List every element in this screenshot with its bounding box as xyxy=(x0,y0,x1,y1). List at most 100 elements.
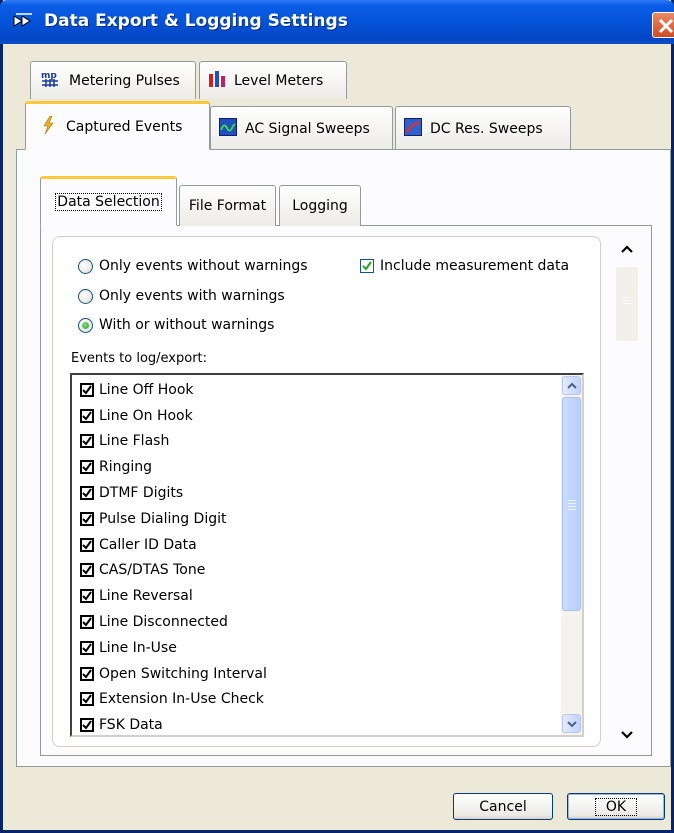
checkmark-icon xyxy=(82,720,92,730)
event-list-item[interactable]: FSK Data xyxy=(72,712,582,735)
event-list-item[interactable]: Line Off Hook xyxy=(72,377,582,403)
event-checkbox[interactable] xyxy=(80,589,94,604)
svg-text:mp: mp xyxy=(41,71,57,81)
event-checkbox[interactable] xyxy=(80,666,94,681)
metering-pulses-icon: mp xyxy=(39,70,61,92)
event-list-item[interactable]: Line Disconnected xyxy=(72,609,582,635)
panel-scroll-thumb[interactable] xyxy=(616,267,638,341)
lightning-icon xyxy=(42,115,54,138)
tab-label: DC Res. Sweeps xyxy=(430,120,543,137)
event-checkbox[interactable] xyxy=(80,460,94,475)
checkmark-icon xyxy=(82,514,92,524)
tab-data-selection[interactable]: Data Selection xyxy=(40,176,177,226)
events-scrollbar[interactable] xyxy=(561,375,582,735)
tab-label: Data Selection xyxy=(55,193,162,211)
event-list-item[interactable]: Open Switching Interval xyxy=(72,661,582,687)
event-list-item[interactable]: DTMF Digits xyxy=(72,480,582,506)
tab-file-format[interactable]: File Format xyxy=(179,185,276,226)
event-label: Line Off Hook xyxy=(99,381,194,398)
event-label: Line In-Use xyxy=(99,639,177,656)
panel-scrollbar[interactable] xyxy=(615,237,639,748)
event-checkbox[interactable] xyxy=(80,434,94,449)
event-checkbox[interactable] xyxy=(80,537,94,552)
grip-line xyxy=(623,297,631,298)
radio-button[interactable] xyxy=(78,288,93,304)
window-title: Data Export & Logging Settings xyxy=(44,11,348,31)
checkmark-icon xyxy=(82,462,92,472)
event-label: Line On Hook xyxy=(99,407,193,424)
tab-label: Logging xyxy=(292,198,348,214)
tab-captured-events[interactable]: Captured Events xyxy=(25,101,210,150)
event-checkbox[interactable] xyxy=(80,382,94,397)
event-list-item[interactable]: Ringing xyxy=(72,454,582,480)
grip-line xyxy=(623,303,631,304)
event-label: CAS/DTAS Tone xyxy=(99,562,206,579)
panel-scroll-up-button[interactable] xyxy=(615,237,639,261)
event-checkbox[interactable] xyxy=(80,640,94,655)
tab-dc-res-sweeps[interactable]: DC Res. Sweeps xyxy=(395,106,571,150)
chevron-up-icon xyxy=(621,245,633,253)
close-button[interactable] xyxy=(652,12,674,38)
scroll-up-button[interactable] xyxy=(562,376,581,395)
event-checkbox[interactable] xyxy=(80,692,94,707)
radio-only-with-warnings[interactable]: Only events with warnings xyxy=(78,288,285,304)
events-listbox[interactable]: Line Off Hook Line On Hook Line Flash Ringi… xyxy=(70,373,584,737)
scroll-down-button[interactable] xyxy=(562,714,581,733)
dialog-window: Data Export & Logging Settings mp Meteri… xyxy=(0,0,674,833)
event-list-item[interactable]: Line Flash xyxy=(72,429,582,455)
event-list-item[interactable]: Line On Hook xyxy=(72,403,582,429)
tab-label: File Format xyxy=(188,198,267,214)
button-label: Cancel xyxy=(479,798,527,815)
scroll-thumb[interactable] xyxy=(562,397,581,611)
checkmark-icon xyxy=(82,694,92,704)
event-list-item[interactable]: Extension In-Use Check xyxy=(72,687,582,713)
checkmark-icon xyxy=(82,385,92,395)
app-icon xyxy=(12,10,36,32)
button-label: OK xyxy=(594,797,638,816)
checkmark-icon xyxy=(362,261,372,271)
events-list: Line Off Hook Line On Hook Line Flash Ringi… xyxy=(72,375,582,735)
event-label: Line Flash xyxy=(99,433,170,450)
chevron-down-icon xyxy=(621,731,633,739)
ok-button[interactable]: OK xyxy=(567,793,665,820)
event-checkbox[interactable] xyxy=(80,563,94,578)
radio-button[interactable] xyxy=(78,258,93,274)
radio-label: With or without warnings xyxy=(99,317,275,333)
tab-level-meters[interactable]: Level Meters xyxy=(199,61,347,99)
tab-label: Level Meters xyxy=(234,72,324,89)
event-list-item[interactable]: Pulse Dialing Digit xyxy=(72,506,582,532)
event-checkbox[interactable] xyxy=(80,615,94,630)
checkmark-icon xyxy=(82,411,92,421)
tab-metering-pulses[interactable]: mp Metering Pulses xyxy=(30,61,196,99)
events-label: Events to log/export: xyxy=(71,351,208,366)
tab-logging[interactable]: Logging xyxy=(279,185,361,226)
grip-line xyxy=(623,300,631,301)
event-label: Line Reversal xyxy=(99,588,193,605)
dc-sweep-icon xyxy=(404,117,422,140)
event-list-item[interactable]: Line Reversal xyxy=(72,583,582,609)
event-checkbox[interactable] xyxy=(80,486,94,501)
ac-sweep-icon xyxy=(219,117,237,140)
checkmark-icon xyxy=(82,565,92,576)
event-list-item[interactable]: CAS/DTAS Tone xyxy=(72,558,582,584)
event-checkbox[interactable] xyxy=(80,718,94,733)
event-label: DTMF Digits xyxy=(99,485,184,502)
include-measurement-checkbox[interactable]: Include measurement data xyxy=(360,258,569,274)
tab-label: Captured Events xyxy=(66,118,183,135)
event-checkbox[interactable] xyxy=(80,408,94,423)
panel-scroll-down-button[interactable] xyxy=(615,723,639,747)
tab-ac-signal-sweeps[interactable]: AC Signal Sweeps xyxy=(210,106,393,150)
cancel-button[interactable]: Cancel xyxy=(453,793,553,820)
title-bar[interactable]: Data Export & Logging Settings xyxy=(0,0,674,44)
event-label: Caller ID Data xyxy=(99,536,197,553)
tab-label: AC Signal Sweeps xyxy=(245,120,370,137)
event-list-item[interactable]: Line In-Use xyxy=(72,635,582,661)
event-checkbox[interactable] xyxy=(80,511,94,526)
radio-only-without-warnings[interactable]: Only events without warnings xyxy=(78,258,308,274)
checkbox[interactable] xyxy=(360,259,374,273)
radio-button[interactable] xyxy=(78,317,93,333)
radio-with-or-without-warnings[interactable]: With or without warnings xyxy=(78,317,274,333)
checkmark-icon xyxy=(82,643,92,653)
event-list-item[interactable]: Caller ID Data xyxy=(72,532,582,558)
event-label: Line Disconnected xyxy=(99,614,228,631)
